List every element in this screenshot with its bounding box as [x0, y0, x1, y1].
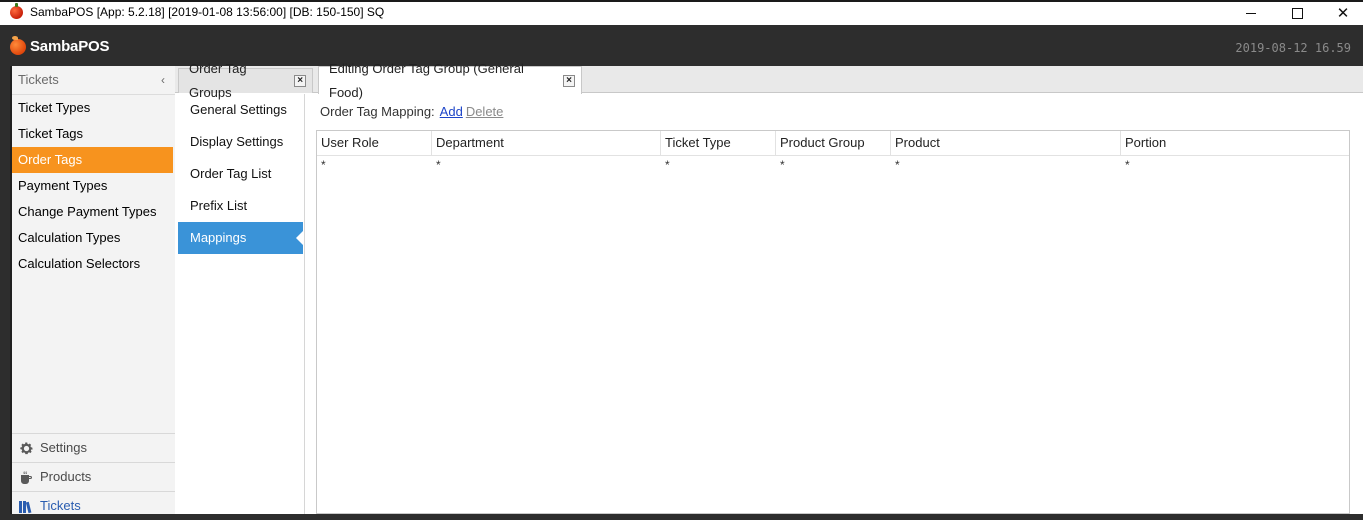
cell-product[interactable]: * [891, 158, 1125, 172]
tab-editing-order-tag-group[interactable]: Editing Order Tag Group (General Food) × [318, 61, 582, 100]
gear-icon [18, 440, 34, 456]
column-header-portion[interactable]: Portion [1121, 131, 1349, 155]
nav-section-header[interactable]: Tickets ‹ [12, 66, 175, 95]
nav-item-change-payment-types[interactable]: Change Payment Types [12, 199, 175, 225]
left-navigation: Tickets ‹ Ticket Types Ticket Tags Order… [10, 66, 175, 514]
tab-editing-label: Editing Order Tag Group (General Food) [329, 60, 524, 100]
minimize-button[interactable] [1228, 2, 1274, 25]
clock: 2019-08-12 16.59 [1235, 41, 1351, 55]
nav-item-calculation-types[interactable]: Calculation Types [12, 225, 175, 251]
close-icon: ✕ [1336, 5, 1350, 22]
nav-item-payment-types[interactable]: Payment Types [12, 173, 175, 199]
sambapos-logo-icon [10, 35, 26, 55]
settings-nav-order-tag-list[interactable]: Order Tag List [178, 158, 303, 190]
nav-item-ticket-tags[interactable]: Ticket Tags [12, 121, 175, 147]
nav-bottom-tickets-label: Tickets [40, 498, 81, 513]
column-header-ticket-type[interactable]: Ticket Type [661, 131, 776, 155]
close-icon[interactable]: × [294, 75, 306, 87]
maximize-button[interactable] [1274, 2, 1320, 25]
delete-mapping-link[interactable]: Delete [466, 104, 504, 119]
brand: SambaPOS [10, 35, 110, 55]
nav-bottom-settings[interactable]: Settings [12, 433, 175, 462]
settings-nav-display[interactable]: Display Settings [178, 126, 303, 158]
main-area: Order Tag Groups × Editing Order Tag Gro… [175, 61, 1363, 514]
cell-ticket-type[interactable]: * [661, 158, 780, 172]
cell-product-group[interactable]: * [776, 158, 895, 172]
brand-name: SambaPOS [30, 38, 110, 55]
maximize-icon [1291, 8, 1303, 19]
nav-item-ticket-types[interactable]: Ticket Types [12, 95, 175, 121]
collapse-chevron-icon[interactable]: ‹ [161, 66, 165, 94]
nav-item-order-tags[interactable]: Order Tags [12, 147, 173, 173]
window-title: SambaPOS [App: 5.2.18] [2019-01-08 13:56… [30, 5, 385, 19]
close-icon[interactable]: × [563, 74, 575, 87]
table-row[interactable]: * * * * * * [317, 156, 1349, 174]
books-icon [18, 498, 34, 514]
cell-portion[interactable]: * [1121, 158, 1353, 172]
minimize-icon [1246, 13, 1256, 14]
close-window-button[interactable]: ✕ [1320, 2, 1363, 25]
mapping-toolbar: Order Tag Mapping: Add Delete [320, 104, 503, 119]
column-header-user-role[interactable]: User Role [317, 131, 432, 155]
nav-bottom-tickets[interactable]: Tickets [12, 491, 175, 520]
nav-bottom-products[interactable]: Products [12, 462, 175, 491]
tab-order-tag-groups[interactable]: Order Tag Groups × [178, 61, 313, 100]
settings-navigation: General Settings Display Settings Order … [178, 94, 304, 254]
settings-nav-mappings[interactable]: Mappings [178, 222, 304, 254]
cell-user-role[interactable]: * [317, 158, 436, 172]
nav-item-calculation-selectors[interactable]: Calculation Selectors [12, 251, 175, 277]
settings-nav-prefix-list[interactable]: Prefix List [178, 190, 303, 222]
mapping-grid: User Role Department Ticket Type Product… [316, 130, 1350, 514]
column-header-product-group[interactable]: Product Group [776, 131, 891, 155]
nav-bottom-group: Settings Products Tickets [12, 433, 175, 520]
column-header-department[interactable]: Department [432, 131, 661, 155]
panel-divider [304, 94, 305, 514]
cup-icon [18, 469, 34, 485]
tab-strip: Order Tag Groups × Editing Order Tag Gro… [175, 61, 1363, 100]
nav-bottom-products-label: Products [40, 469, 92, 484]
window-titlebar: SambaPOS [App: 5.2.18] [2019-01-08 13:56… [0, 0, 1363, 25]
mapping-label: Order Tag Mapping: [320, 104, 435, 119]
add-mapping-link[interactable]: Add [440, 104, 463, 119]
column-header-product[interactable]: Product [891, 131, 1121, 155]
grid-header: User Role Department Ticket Type Product… [317, 131, 1349, 156]
cell-department[interactable]: * [432, 158, 665, 172]
nav-bottom-settings-label: Settings [40, 440, 87, 455]
nav-list: Ticket Types Ticket Tags Order Tags Paym… [12, 95, 175, 277]
settings-nav-general[interactable]: General Settings [178, 94, 303, 126]
app-apple-icon [10, 3, 23, 19]
nav-section-title: Tickets [18, 72, 59, 87]
